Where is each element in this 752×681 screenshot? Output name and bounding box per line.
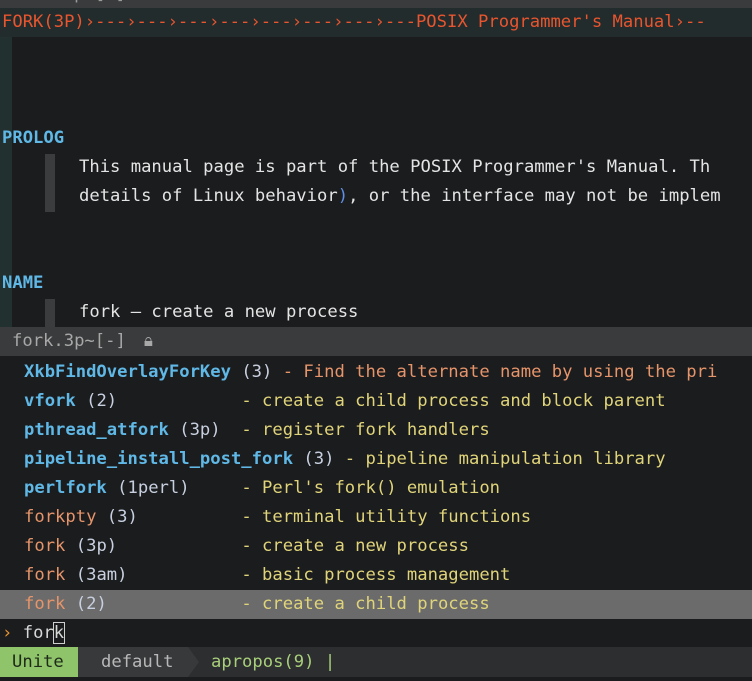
candidate-name: fork bbox=[24, 594, 66, 614]
source-name: apropos(9) | bbox=[211, 652, 336, 672]
man-header-left: FORK(3P) bbox=[2, 12, 85, 32]
candidate-description: - pipeline manipulation library bbox=[334, 449, 666, 469]
candidate-description: - create a child process and block paren… bbox=[117, 391, 666, 411]
candidate-section: (3p) bbox=[168, 420, 221, 440]
statusline: fork.3p~[-] 🔒︎ bbox=[0, 327, 752, 356]
candidate-item[interactable]: pipeline_install_post_fork (3) - pipelin… bbox=[0, 445, 752, 474]
section-heading-prolog: PROLOG bbox=[2, 128, 65, 148]
unite-prompt[interactable]: › fork bbox=[0, 619, 752, 647]
candidate-name: fork bbox=[24, 536, 66, 556]
candidate-description: - terminal utility functions bbox=[137, 507, 532, 527]
header-separator: ›---›---›---›---›---›---›---›--- bbox=[84, 12, 416, 32]
man-header-center: POSIX Programmer's Manual bbox=[415, 12, 675, 32]
candidate-name: pthread_atfork bbox=[24, 420, 169, 440]
candidate-section: (3am) bbox=[65, 565, 128, 585]
candidate-name: XkbFindOverlayForKey bbox=[24, 362, 231, 382]
prolog-line-1: This manual page is part of the POSIX Pr… bbox=[79, 157, 711, 177]
candidate-description: - Find the alternate name by using the p… bbox=[272, 362, 718, 382]
candidate-description: - Perl's fork() emulation bbox=[189, 478, 501, 498]
candidate-description: - basic process management bbox=[127, 565, 511, 585]
candidate-section: (3) bbox=[96, 507, 138, 527]
candidate-item[interactable]: forkpty (3) - terminal utility functions bbox=[0, 503, 752, 532]
lock-icon: 🔒︎ bbox=[143, 331, 153, 351]
candidate-item[interactable]: fork (2) - create a child process bbox=[0, 590, 752, 619]
candidate-item[interactable]: pthread_atfork (3p) - register fork hand… bbox=[0, 416, 752, 445]
candidate-section: (1perl) bbox=[106, 478, 190, 498]
candidate-name: forkpty bbox=[24, 507, 97, 527]
candidate-description: - register fork handlers bbox=[220, 420, 490, 440]
candidate-item[interactable]: fork (3p) - create a new process bbox=[0, 532, 752, 561]
top-window-title: fork.3p [-] bbox=[12, 0, 126, 8]
candidate-section: (2) bbox=[75, 391, 118, 411]
candidate-name: fork bbox=[24, 565, 66, 585]
candidate-name: vfork bbox=[24, 391, 76, 411]
man-header: FORK(3P)›---›---›---›---›---›---›---›---… bbox=[0, 8, 752, 37]
candidate-section: (3) bbox=[230, 362, 273, 382]
candidate-section: (3p) bbox=[65, 536, 118, 556]
candidate-description: - create a new process bbox=[117, 536, 469, 556]
candidate-item[interactable]: perlfork (1perl) - Perl's fork() emulati… bbox=[0, 474, 752, 503]
section-heading-name: NAME bbox=[2, 273, 44, 293]
candidate-item[interactable]: XkbFindOverlayForKey (3) - Find the alte… bbox=[0, 358, 752, 387]
top-window-statusline: fork.3p [-] bbox=[0, 0, 752, 8]
statusline-filename: fork.3p~[-] bbox=[12, 331, 126, 351]
text-cursor: k bbox=[52, 622, 66, 644]
candidate-name: pipeline_install_post_fork bbox=[24, 449, 294, 469]
unite-statusbar: Unite default apropos(9) | bbox=[0, 647, 752, 677]
candidate-item[interactable]: vfork (2) - create a child process and b… bbox=[0, 387, 752, 416]
candidate-section: (2) bbox=[65, 594, 107, 614]
buffer-name: default bbox=[78, 647, 199, 677]
prompt-input[interactable]: fork bbox=[23, 622, 66, 644]
candidate-item[interactable]: fork (3am) - basic process management bbox=[0, 561, 752, 590]
candidate-description: - create a child process bbox=[106, 594, 490, 614]
prolog-line-2: details of Linux behavior), or the inter… bbox=[79, 186, 721, 206]
name-line: fork — create a new process bbox=[79, 302, 359, 322]
mode-indicator: Unite bbox=[0, 647, 89, 677]
header-separator: ›-- bbox=[674, 12, 706, 32]
candidate-name: perlfork bbox=[24, 478, 107, 498]
candidate-section: (3) bbox=[293, 449, 335, 469]
prompt-caret-icon: › bbox=[2, 623, 13, 643]
